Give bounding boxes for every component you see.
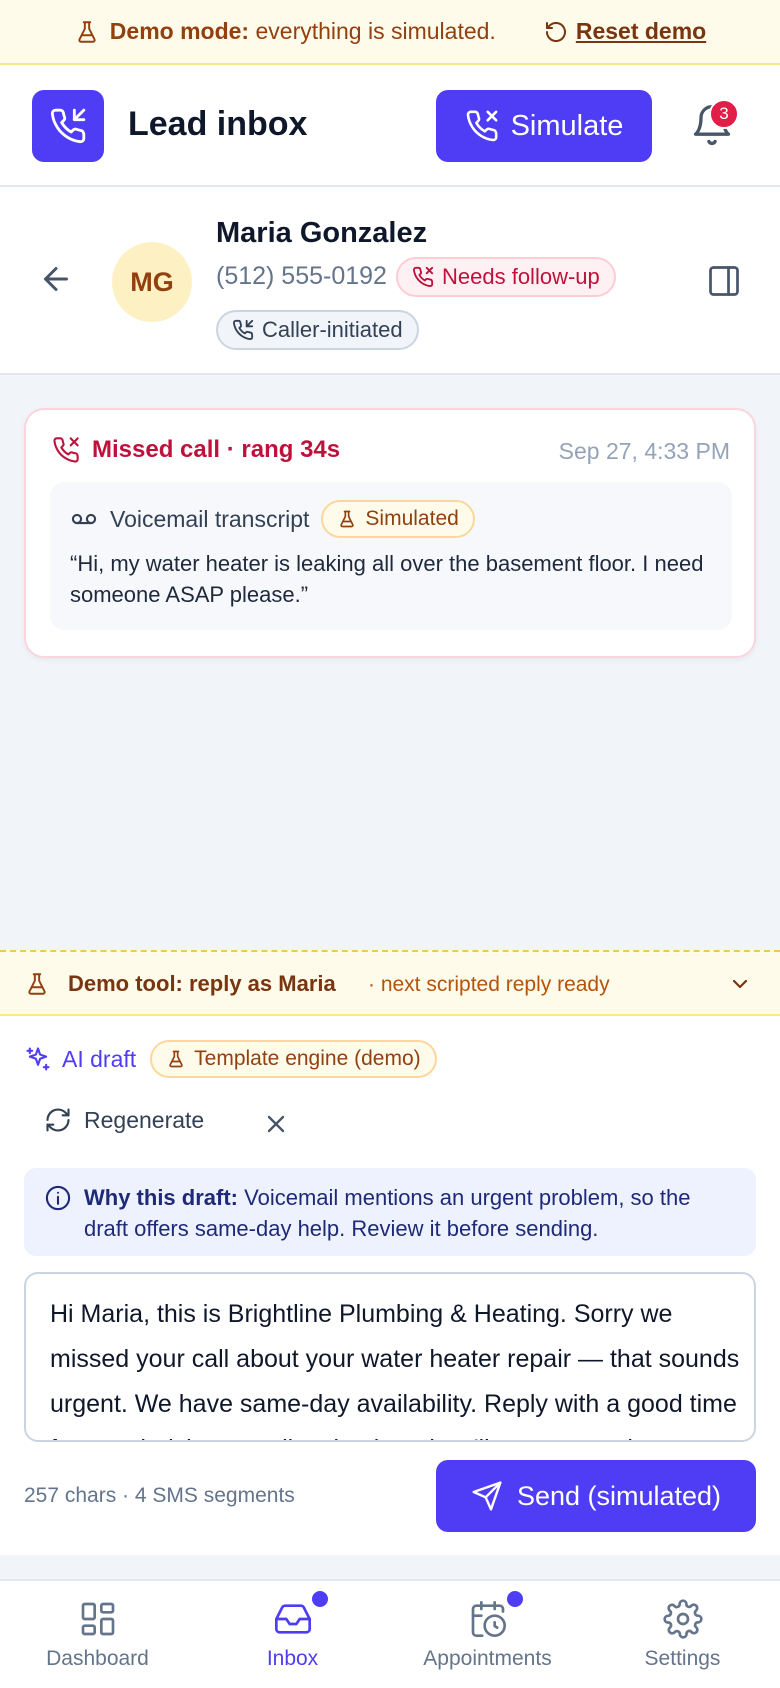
bottom-nav: Dashboard Inbox Appointments Settings [0, 1579, 780, 1688]
conversation-area: Missed call · rang 34s Sep 27, 4:33 PM V… [0, 375, 780, 950]
app-header: Lead inbox Simulate 3 [0, 65, 780, 187]
contact-phone[interactable]: (512) 555-0192 [216, 262, 387, 291]
unread-dot [507, 1591, 523, 1607]
demo-banner-bold: Demo mode: [109, 18, 250, 44]
why-draft-bold: Why this draft: [84, 1185, 238, 1210]
origin-badge: Caller-initiated [216, 310, 419, 350]
why-draft-note: Why this draft: Voicemail mentions an ur… [24, 1168, 756, 1256]
phone-incoming-icon [233, 319, 254, 340]
status-badge: Needs follow-up [396, 257, 616, 297]
phone-missed-icon [53, 437, 79, 463]
reset-icon [545, 21, 566, 42]
dashboard-icon [81, 1602, 114, 1636]
voicemail-box: Voicemail transcript Simulated “Hi, my w… [50, 482, 732, 630]
chevron-down-icon[interactable] [728, 972, 752, 996]
close-icon[interactable] [262, 1110, 290, 1138]
nav-appointments-label: Appointments [423, 1647, 552, 1670]
phone-missed-icon [466, 110, 498, 142]
draft-message-field[interactable]: Hi Maria, this is Brightline Plumbing & … [24, 1272, 756, 1442]
regenerate-label: Regenerate [84, 1106, 205, 1133]
engine-badge: Template engine (demo) [150, 1040, 437, 1078]
inbox-icon [274, 1604, 311, 1634]
calendar-clock-icon [471, 1601, 506, 1637]
phone-incoming-icon [50, 108, 86, 144]
refresh-icon [46, 1108, 70, 1132]
nav-dashboard-label: Dashboard [46, 1647, 149, 1670]
status-label: Needs follow-up [442, 264, 600, 289]
demo-banner-text: everything is simulated. [255, 18, 496, 44]
unread-dot [312, 1591, 328, 1607]
phone-missed-icon [413, 266, 434, 287]
voicemail-label: Voicemail transcript [110, 505, 310, 532]
flask-icon [169, 1050, 183, 1068]
contact-name: Maria Gonzalez [216, 217, 428, 249]
nav-inbox-label: Inbox [266, 1647, 319, 1670]
page: Demo mode: everything is simulated. Rese… [0, 0, 780, 1688]
simulated-label: Simulated [365, 507, 459, 530]
send-icon [472, 1481, 502, 1511]
reset-demo-link[interactable]: Reset demo [544, 18, 706, 45]
engine-label: Template engine (demo) [194, 1047, 421, 1070]
draft-message-text: Hi Maria, this is Brightline Plumbing & … [50, 1300, 740, 1440]
avatar: MG [112, 242, 192, 322]
ai-draft-header: AI draft Template engine (demo) [24, 1040, 437, 1078]
back-arrow-icon[interactable] [38, 261, 74, 297]
send-label: Send (simulated) [516, 1480, 722, 1511]
info-icon [45, 1185, 71, 1211]
sparkles-icon [26, 1047, 50, 1071]
nav-appointments[interactable]: Appointments [390, 1581, 585, 1688]
voicemail-transcript: “Hi, my water heater is leaking all over… [70, 551, 704, 607]
app-logo [32, 90, 104, 162]
ai-draft-label: AI draft [62, 1045, 137, 1072]
side-panel-icon[interactable] [706, 263, 742, 299]
flask-icon [28, 973, 46, 995]
send-button[interactable]: Send (simulated) [436, 1460, 756, 1532]
reset-demo-label: Reset demo [575, 18, 707, 44]
missed-call-card: Missed call · rang 34s Sep 27, 4:33 PM V… [24, 408, 756, 658]
nav-settings[interactable]: Settings [585, 1581, 780, 1688]
nav-dashboard[interactable]: Dashboard [0, 1581, 195, 1688]
demo-banner: Demo mode: everything is simulated. Rese… [0, 0, 780, 65]
notification-badge: 3 [709, 99, 739, 129]
contact-header: MG Maria Gonzalez (512) 555-0192 Needs f… [0, 187, 780, 375]
page-title: Lead inbox [128, 105, 308, 143]
regenerate-button[interactable]: Regenerate [44, 1106, 204, 1134]
demo-tool-bar[interactable]: Demo tool: reply as Maria · next scripte… [0, 950, 780, 1016]
flask-icon [340, 510, 355, 528]
flask-icon [78, 20, 96, 43]
call-timestamp: Sep 27, 4:33 PM [558, 438, 730, 464]
origin-label: Caller-initiated [262, 317, 403, 342]
demo-tool-label: Demo tool: reply as Maria [68, 971, 336, 996]
demo-tool-status: · next scripted reply ready [368, 973, 610, 996]
nav-settings-label: Settings [644, 1647, 721, 1670]
call-title: Missed call · rang 34s [92, 436, 341, 463]
simulated-badge: Simulated [321, 500, 475, 538]
nav-inbox[interactable]: Inbox [195, 1581, 390, 1688]
simulate-button[interactable]: Simulate [436, 90, 652, 162]
gear-icon [662, 1599, 703, 1639]
character-counter: 257 chars · 4 SMS segments [24, 1484, 295, 1507]
voicemail-icon [71, 513, 97, 525]
simulate-label: Simulate [510, 109, 624, 142]
